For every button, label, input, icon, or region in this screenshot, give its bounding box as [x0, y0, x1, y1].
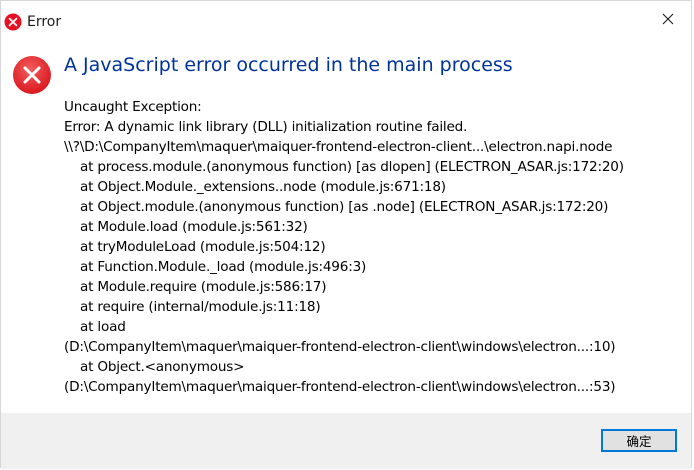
- error-icon: [12, 55, 52, 95]
- message-line: Error: A dynamic link library (DLL) init…: [64, 119, 468, 135]
- stack-trace-line: at tryModuleLoad (module.js:504:12): [80, 239, 326, 255]
- stack-trace-line: at Object.module.(anonymous function) [a…: [80, 199, 609, 215]
- message-line: \\?\D:\CompanyItem\maquer\maiquer-fronte…: [64, 139, 613, 155]
- stack-trace-line: (D:\CompanyItem\maquer\maiquer-frontend-…: [64, 339, 616, 355]
- stack-trace-line: at Function.Module._load (module.js:496:…: [80, 259, 367, 275]
- stack-trace-line: at process.module.(anonymous function) […: [80, 159, 624, 175]
- close-icon: [662, 10, 674, 29]
- error-dialog-window: Error A JavaScript error occurred in the…: [0, 0, 692, 469]
- stack-trace-line: (D:\CompanyItem\maquer\maiquer-frontend-…: [64, 379, 616, 395]
- stack-trace-line: at load: [80, 319, 126, 335]
- window-title: Error: [27, 14, 62, 30]
- stack-trace-line: at Module.load (module.js:561:32): [80, 219, 308, 235]
- stack-trace-line: at Object.<anonymous>: [80, 359, 245, 375]
- dialog-heading: A JavaScript error occurred in the main …: [64, 54, 513, 76]
- dialog-content: A JavaScript error occurred in the main …: [1, 37, 691, 413]
- title-bar[interactable]: Error: [1, 1, 691, 37]
- error-message: Uncaught Exception: Error: A dynamic lin…: [64, 97, 692, 397]
- dialog-footer: 确定: [1, 413, 691, 469]
- error-icon: [4, 13, 22, 31]
- close-button[interactable]: [645, 1, 691, 37]
- stack-trace-line: at require (internal/module.js:11:18): [80, 299, 321, 315]
- ok-button[interactable]: 确定: [601, 429, 677, 452]
- message-line: Uncaught Exception:: [64, 99, 202, 115]
- stack-trace-line: at Module.require (module.js:586:17): [80, 279, 327, 295]
- stack-trace-line: at Object.Module._extensions..node (modu…: [80, 179, 446, 195]
